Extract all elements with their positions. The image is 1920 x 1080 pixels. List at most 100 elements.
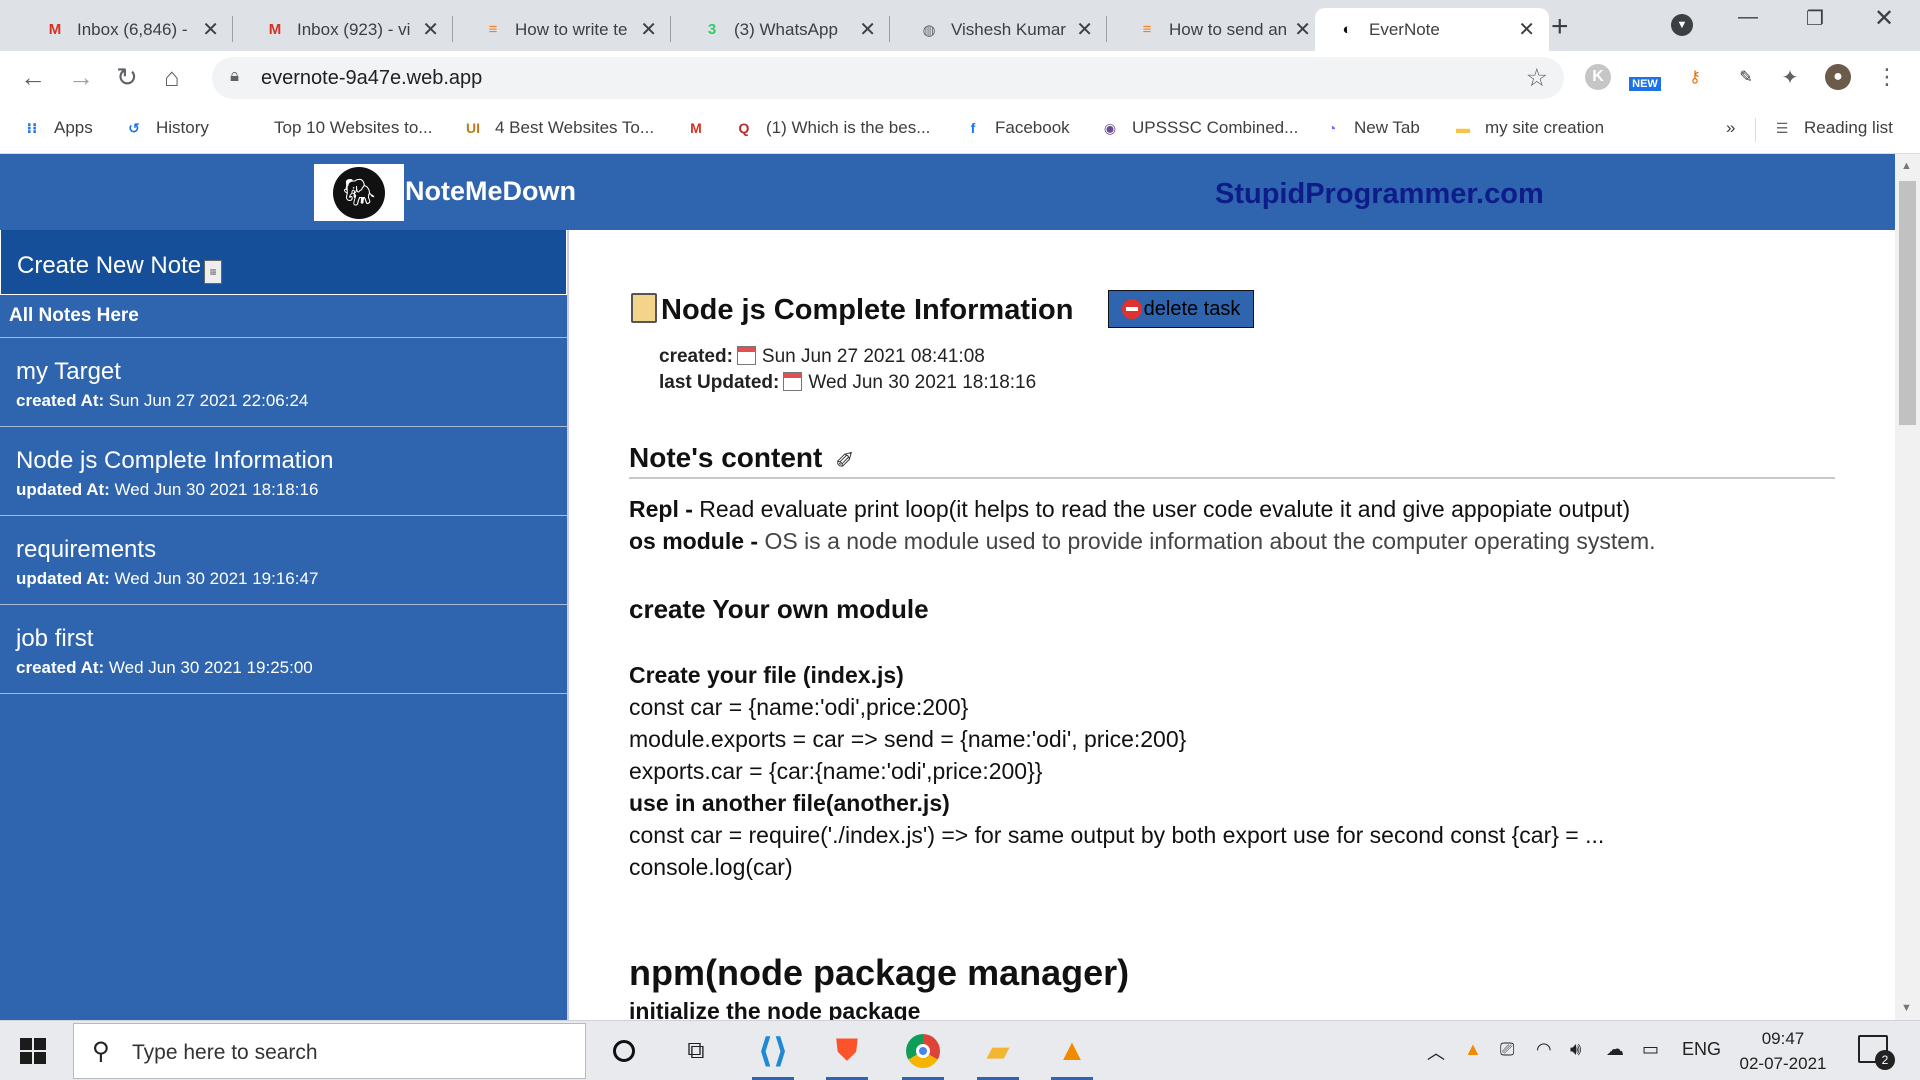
close-window-icon[interactable]: ✕ — [1874, 4, 1894, 33]
divider — [670, 16, 671, 42]
windows-start-icon[interactable] — [20, 1038, 46, 1064]
bookmark-item[interactable]: Q (1) Which is the bes... — [734, 118, 931, 138]
battery-icon[interactable]: ▭ — [1642, 1039, 1659, 1060]
note-list-item[interactable]: requirements updated At: Wed Jun 30 2021 … — [0, 516, 567, 605]
upsssc-icon: ◉ — [1103, 119, 1117, 136]
language-indicator[interactable]: ENG — [1682, 1039, 1721, 1060]
notification-count: 2 — [1875, 1050, 1895, 1070]
home-icon[interactable]: ⌂ — [164, 62, 180, 93]
brand-name[interactable]: NoteMeDown — [405, 176, 576, 207]
code-line: const car = {name:'odi',price:200} — [629, 694, 969, 720]
extension-k-icon[interactable]: K — [1585, 64, 1611, 90]
bookmark-item[interactable]: ↺ History — [124, 118, 209, 138]
close-tab-icon[interactable]: ✕ — [1518, 17, 1535, 42]
close-tab-icon[interactable]: ✕ — [202, 17, 219, 42]
new-tab-button[interactable]: + — [1551, 10, 1569, 44]
browser-tab[interactable]: ◍ Vishesh Kumar ✕ — [897, 8, 1107, 51]
note-list-item[interactable]: my Target created At: Sun Jun 27 2021 22:… — [0, 338, 567, 427]
more-menu-icon[interactable]: ⋮ — [1874, 64, 1900, 90]
note-list-item[interactable]: Node js Complete Information updated At: … — [0, 427, 567, 516]
clock[interactable]: 09:47 02-07-2021 — [1728, 1026, 1838, 1076]
extension-key-icon[interactable]: ⚷ — [1682, 64, 1708, 90]
browser-tab[interactable]: ≡ How to send an ✕ — [1115, 8, 1325, 51]
close-tab-icon[interactable]: ✕ — [1076, 17, 1093, 42]
url-text[interactable]: evernote-9a47e.web.app — [261, 67, 482, 90]
back-icon[interactable]: ← — [20, 62, 46, 93]
restore-icon[interactable]: ❐ — [1806, 6, 1824, 31]
bookmark-star-icon[interactable]: ☆ — [1526, 63, 1548, 93]
extension-dropper-icon[interactable]: ✎ — [1733, 64, 1759, 90]
taskbar-search-input[interactable]: ⚲ Type here to search — [73, 1023, 586, 1079]
bookmarks-overflow-icon[interactable]: » — [1726, 118, 1735, 138]
repl-line: Repl - Read evaluate print loop(it helps… — [629, 496, 1630, 523]
browser-tab[interactable]: 3 (3) WhatsApp ✕ — [680, 8, 890, 51]
close-tab-icon[interactable]: ✕ — [859, 17, 876, 42]
extensions-puzzle-icon[interactable]: ✦ — [1777, 64, 1803, 90]
bookmark-item[interactable]: f Facebook — [963, 118, 1070, 138]
close-tab-icon[interactable]: ✕ — [1294, 17, 1311, 42]
browser-tab[interactable]: M Inbox (923) - vi ✕ — [243, 8, 453, 51]
page-scrollbar[interactable]: ▲ ▼ — [1895, 154, 1920, 1020]
bookmark-label: Top 10 Websites to... — [274, 118, 433, 137]
bookmark-item[interactable]: ⁝⁝ Apps — [22, 118, 93, 138]
browser-tab[interactable]: ◐ EverNote ✕ — [1315, 8, 1549, 51]
file-explorer-icon[interactable]: ▰ — [974, 1029, 1022, 1080]
wifi-icon[interactable]: ◠ — [1536, 1039, 1552, 1060]
note-item-title: job first — [16, 625, 94, 652]
chrome-icon[interactable] — [899, 1029, 947, 1080]
scrollbar-thumb[interactable] — [1899, 181, 1916, 425]
history-icon: ↺ — [128, 119, 140, 136]
tab-search-icon[interactable]: ▼ — [1671, 14, 1693, 36]
npm-heading: npm(node package manager) — [629, 952, 1130, 993]
divider — [1755, 118, 1756, 142]
updated-meta: last Updated: Wed Jun 30 2021 18:18:16 — [659, 372, 1036, 394]
created-meta: created: Sun Jun 27 2021 08:41:08 — [659, 346, 985, 368]
bookmark-item[interactable]: ◔ New Tab — [1322, 118, 1420, 138]
delete-task-button[interactable]: delete task — [1108, 290, 1254, 328]
onedrive-icon[interactable]: ☁ — [1606, 1039, 1624, 1060]
profile-avatar[interactable]: ● — [1825, 64, 1851, 90]
brave-icon[interactable]: ⛊ — [823, 1029, 871, 1080]
close-tab-icon[interactable]: ✕ — [422, 17, 439, 42]
create-note-label: Create New Note — [17, 252, 202, 279]
vscode-icon[interactable]: ⟨⟩ — [749, 1029, 797, 1080]
evernote-logo-icon: 🐘︎ — [333, 166, 385, 219]
address-bar[interactable]: 🔒︎ evernote-9a47e.web.app ☆ — [212, 57, 1564, 99]
bookmark-item[interactable]: Top 10 Websites to... — [274, 118, 432, 138]
tray-expand-icon[interactable]: ︿ — [1427, 1039, 1445, 1065]
globe-icon: ◍ — [922, 21, 936, 39]
notification-center-icon[interactable]: 2 — [1858, 1035, 1895, 1070]
volume-icon[interactable]: 🔊︎ — [1570, 1039, 1581, 1060]
bookmark-item[interactable]: ◉ UPSSSC Combined... — [1100, 118, 1298, 138]
tab-title: How to write te — [515, 19, 628, 39]
note-list-item[interactable]: job first created At: Wed Jun 30 2021 19:… — [0, 605, 567, 694]
scroll-down-icon[interactable]: ▼ — [1901, 1002, 1912, 1014]
site-name[interactable]: StupidProgrammer.com — [1215, 178, 1544, 211]
bookmark-item[interactable]: ▬ my site creation — [1453, 118, 1604, 138]
meet-now-icon[interactable]: ⎚ — [1500, 1039, 1514, 1060]
tab-title: EverNote — [1369, 19, 1440, 39]
close-tab-icon[interactable]: ✕ — [640, 17, 657, 42]
vlc-tray-icon[interactable]: ▲ — [1464, 1039, 1482, 1060]
bookmark-item[interactable]: M — [686, 118, 718, 138]
code-line: const car = require('./index.js') => for… — [629, 822, 1605, 848]
cortana-icon[interactable] — [600, 1029, 648, 1073]
scroll-up-icon[interactable]: ▲ — [1901, 160, 1912, 172]
lock-icon: 🔒︎ — [230, 66, 240, 85]
app-logo[interactable]: 🐘︎ — [314, 164, 404, 221]
create-new-note-button[interactable]: Create New Note ≡ — [0, 230, 567, 295]
bookmarks-bar: ⁝⁝ Apps ↺ History Top 10 Websites to... UI 4 B… — [0, 106, 1920, 154]
reload-icon[interactable]: ↻ — [116, 62, 138, 93]
facebook-icon: f — [970, 120, 976, 136]
task-view-icon[interactable]: ⧉ — [672, 1029, 720, 1073]
browser-tab[interactable]: ≡ How to write te ✕ — [461, 8, 671, 51]
note-item-meta-value: Wed Jun 30 2021 18:18:16 — [114, 480, 319, 499]
browser-tab[interactable]: M Inbox (6,846) - ✕ — [23, 8, 233, 51]
bookmark-item[interactable]: UI 4 Best Websites To... — [463, 118, 654, 138]
reading-list-button[interactable]: ☰ Reading list — [1772, 118, 1893, 138]
delete-label: delete task — [1143, 297, 1241, 320]
extension-new-icon[interactable]: NEW — [1625, 64, 1665, 91]
forward-icon[interactable]: → — [68, 62, 94, 93]
minimize-icon[interactable]: — — [1738, 6, 1758, 29]
vlc-icon[interactable]: ▲ — [1048, 1029, 1096, 1080]
